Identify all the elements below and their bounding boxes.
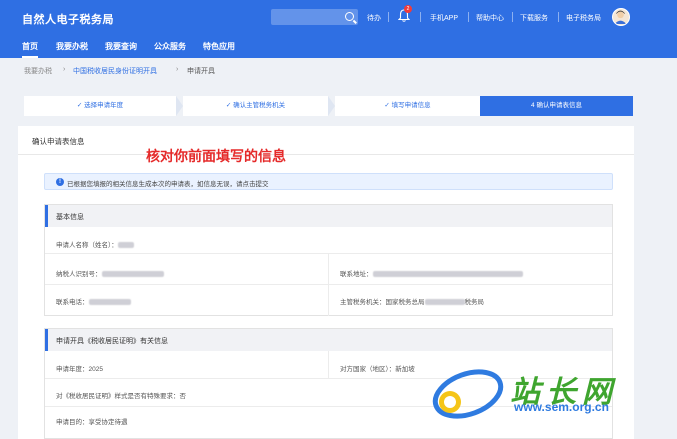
divider [420,12,421,22]
field-value: 否 [179,393,187,400]
redacted-value [101,271,164,278]
format-requirement-field: 对《税收居民证明》样式是否有特殊要求：否 [56,390,186,400]
phone-field: 联系电话： [56,296,131,306]
divider [328,253,329,316]
info-icon: ! [56,178,64,186]
nav-home[interactable]: 首页 [22,41,38,58]
authority-suffix: 税务局 [464,299,485,306]
step-confirm-form: 4 确认申请表信息 [480,96,633,116]
watermark-logo-icon [432,369,504,419]
search-icon[interactable] [345,12,354,21]
apply-year-field: 申请年度：2025 [56,363,103,373]
site-title[interactable]: 自然人电子税务局 [22,11,114,27]
section-title: 申请开具《税收居民证明》有关信息 [56,338,168,345]
step-arrow [176,96,183,116]
redacted-value [372,271,523,278]
purpose-field: 申请目的：享受协定待遇 [56,416,128,426]
country-field: 对方国家（地区）：新加坡 [340,363,415,373]
breadcrumb-current: 申请开具 [187,68,215,75]
section-header: 基本信息 [45,205,612,227]
field-value: 享受协定待遇 [88,419,128,426]
field-label: 申请目的： [56,419,89,426]
divider [468,12,469,22]
nav-tax-handling[interactable]: 我要办税 [56,41,88,52]
taxpayer-id-field: 纳税人识别号： [56,268,164,278]
redacted-value [424,299,465,306]
redacted-value [88,299,131,306]
applicant-name-field: 申请人名称（姓名）： [56,239,134,249]
watermark-url: www.sem.org.cn [514,400,609,414]
field-label: 申请年度： [56,366,89,373]
search-input[interactable] [271,9,358,25]
top-header: 自然人电子税务局 待办 2 手机APP 帮助中心 下载服务 电子税务局 首页 我… [0,0,677,58]
redacted-value [117,242,134,249]
field-label: 对《税收居民证明》样式是否有特殊要求： [56,393,180,400]
info-notice: ! 已根据您填报的相关信息生成本次的申请表，如信息无误，请点击提交 [44,173,613,190]
divider [558,12,559,22]
field-label: 申请人名称（姓名）： [56,242,118,249]
download-link[interactable]: 下载服务 [520,13,548,23]
field-label: 主管税务机关： [340,299,386,306]
field-label: 对方国家（地区）： [340,366,396,373]
e-tax-link[interactable]: 电子税务局 [566,13,601,23]
help-center-link[interactable]: 帮助中心 [476,13,504,23]
field-label: 联系地址： [340,271,373,278]
section-title: 基本信息 [56,214,84,221]
address-field: 联系地址： [340,268,523,278]
divider [512,12,513,22]
section-header: 申请开具《税收居民证明》有关信息 [45,329,612,351]
todo-link[interactable]: 待办 [367,13,381,23]
nav-query[interactable]: 我要查询 [105,41,137,52]
breadcrumb-item[interactable]: 中国税收居民身份证明开具 [73,66,157,76]
field-value: 新加坡 [395,366,415,373]
divider [388,12,389,22]
divider [328,351,329,378]
field-value: 2025 [88,366,103,373]
avatar[interactable] [612,8,630,26]
field-label: 纳税人识别号： [56,271,102,278]
nav-featured-apps[interactable]: 特色应用 [203,41,235,52]
step-fill-info: ✓ 填写申请信息 [335,96,480,116]
divider [18,154,634,155]
step-select-year: ✓ 选择申请年度 [24,96,176,116]
progress-steps: ✓ 选择申请年度 ✓ 确认主管税务机关 ✓ 填写申请信息 4 确认申请表信息 [24,96,633,116]
card-title: 确认申请表信息 [32,137,85,146]
notice-text: 已根据您填报的相关信息生成本次的申请表，如信息无误，请点击提交 [67,181,269,188]
breadcrumb-separator: › [176,66,179,73]
step-arrow [328,96,335,116]
notification-badge: 2 [404,5,412,13]
breadcrumb-item[interactable]: 我要办税 [24,66,52,76]
annotation-text: 核对你前面填写的信息 [146,148,286,164]
breadcrumb-separator: › [63,66,66,73]
field-label: 联系电话： [56,299,89,306]
nav-public-service[interactable]: 公众服务 [154,41,186,52]
tax-authority-field: 主管税务机关：国家税务总局 税务局 [340,296,484,306]
authority-prefix: 国家税务总局 [385,299,425,306]
mobile-app-link[interactable]: 手机APP [430,13,458,23]
step-confirm-authority: ✓ 确认主管税务机关 [183,96,328,116]
